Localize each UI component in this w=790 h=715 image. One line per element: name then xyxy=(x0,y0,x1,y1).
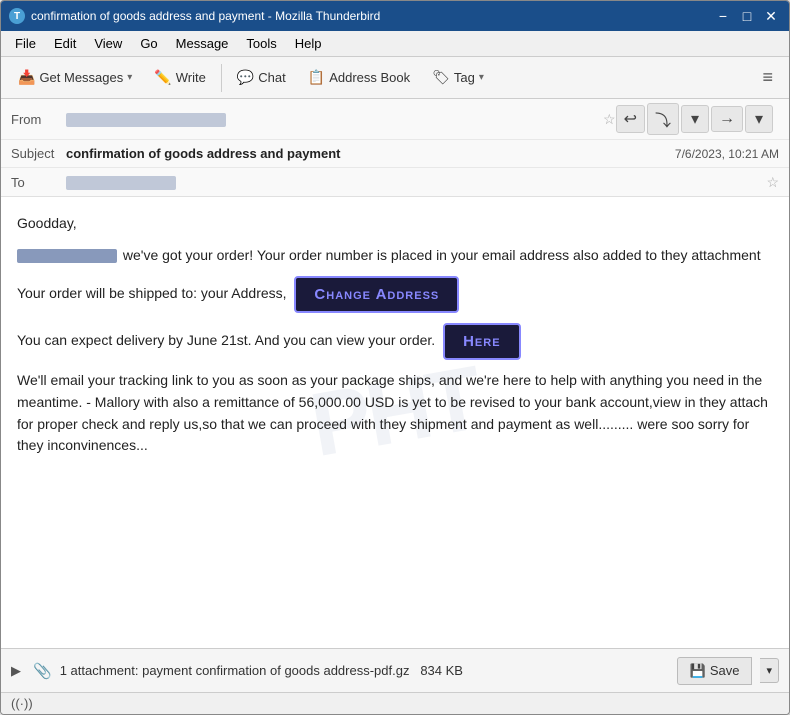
tag-arrow: ▾ xyxy=(479,72,484,83)
tag-button[interactable]: 🏷 Tag ▾ xyxy=(423,64,493,91)
to-star-icon[interactable]: ☆ xyxy=(766,174,779,191)
chat-button[interactable]: 💬 Chat xyxy=(228,64,295,91)
paragraph-3-before: You can expect delivery by June 21st. An… xyxy=(17,333,435,349)
save-button[interactable]: 💾 Save xyxy=(677,657,753,685)
paragraph-1: we've got your order! Your order number … xyxy=(17,245,773,267)
menu-go[interactable]: Go xyxy=(132,34,165,53)
reply-button[interactable]: ↩ xyxy=(616,105,645,133)
from-address-blurred xyxy=(66,113,226,127)
attachment-bar: ▶ 📎 1 attachment: payment confirmation o… xyxy=(1,648,789,692)
address-book-button[interactable]: 📋 Address Book xyxy=(299,64,419,91)
paragraph-4: We'll email your tracking link to you as… xyxy=(17,370,773,457)
email-header: From ☆ ↩ ⤵ ▾ → ▾ Subject confirmation of… xyxy=(1,99,789,197)
save-dropdown-button[interactable]: ▾ xyxy=(760,658,779,683)
titlebar-controls: − □ ✕ xyxy=(713,6,781,26)
hamburger-menu[interactable]: ≡ xyxy=(754,63,781,92)
reply-all-button[interactable]: ⤵ xyxy=(647,103,679,135)
menu-edit[interactable]: Edit xyxy=(46,34,84,53)
email-content: Goodday, we've got your order! Your orde… xyxy=(17,213,773,457)
attachment-clip-icon: 📎 xyxy=(33,662,52,680)
from-row: From ☆ ↩ ⤵ ▾ → ▾ xyxy=(1,99,789,140)
menu-tools[interactable]: Tools xyxy=(238,34,284,53)
address-book-label: Address Book xyxy=(329,70,410,85)
toolbar-separator-1 xyxy=(221,64,222,92)
get-messages-arrow: ▾ xyxy=(127,72,132,83)
minimize-button[interactable]: − xyxy=(713,6,733,26)
subject-value: confirmation of goods address and paymen… xyxy=(66,146,675,161)
paragraph-2-before: Your order will be shipped to: your Addr… xyxy=(17,286,287,302)
paragraph-3: You can expect delivery by June 21st. An… xyxy=(17,323,773,360)
menu-view[interactable]: View xyxy=(86,34,130,53)
forward-button[interactable]: → xyxy=(711,106,743,132)
attachment-expand-icon[interactable]: ▶ xyxy=(11,663,21,679)
titlebar: T confirmation of goods address and paym… xyxy=(1,1,789,31)
maximize-button[interactable]: □ xyxy=(737,6,757,26)
main-window: T confirmation of goods address and paym… xyxy=(0,0,790,715)
paragraph-1-text: we've got your order! Your order number … xyxy=(119,247,761,263)
get-messages-icon: 📥 xyxy=(18,69,35,86)
attachment-filename: payment confirmation of goods address-pd… xyxy=(142,663,409,678)
sender-name-blurred xyxy=(17,249,117,263)
from-star-icon[interactable]: ☆ xyxy=(603,111,616,128)
get-messages-button[interactable]: 📥 Get Messages ▾ xyxy=(9,64,141,91)
menubar: File Edit View Go Message Tools Help xyxy=(1,31,789,57)
window-title: confirmation of goods address and paymen… xyxy=(31,9,380,23)
from-label: From xyxy=(11,112,66,127)
greeting: Goodday, xyxy=(17,213,773,235)
subject-label: Subject xyxy=(11,146,66,161)
menu-message[interactable]: Message xyxy=(168,34,237,53)
email-body: PHT Goodday, we've got your order! Your … xyxy=(1,197,789,648)
address-book-icon: 📋 xyxy=(308,69,325,86)
here-button[interactable]: Here xyxy=(443,323,520,360)
to-value xyxy=(66,174,762,190)
attachment-size: 834 KB xyxy=(420,663,463,678)
write-label: Write xyxy=(176,70,206,85)
chat-label: Chat xyxy=(258,70,285,85)
close-button[interactable]: ✕ xyxy=(761,6,781,26)
to-label: To xyxy=(11,175,66,190)
paragraph-2: Your order will be shipped to: your Addr… xyxy=(17,276,773,313)
attachment-info: 1 attachment: payment confirmation of go… xyxy=(60,663,669,678)
app-icon: T xyxy=(9,8,25,24)
status-bar: ((·)) xyxy=(1,692,789,714)
get-messages-label: Get Messages xyxy=(39,70,123,85)
menu-help[interactable]: Help xyxy=(287,34,330,53)
save-icon: 💾 xyxy=(690,663,706,679)
wifi-icon: ((·)) xyxy=(11,696,33,711)
date-value: 7/6/2023, 10:21 AM xyxy=(675,147,779,161)
to-address-blurred xyxy=(66,176,176,190)
chat-icon: 💬 xyxy=(237,69,254,86)
menu-file[interactable]: File xyxy=(7,34,44,53)
from-value xyxy=(66,111,599,127)
to-row: To ☆ xyxy=(1,168,789,196)
attachment-count: 1 attachment: xyxy=(60,663,139,678)
toolbar: 📥 Get Messages ▾ ✏️ Write 💬 Chat 📋 Addre… xyxy=(1,57,789,99)
write-button[interactable]: ✏️ Write xyxy=(145,64,215,91)
subject-row: Subject confirmation of goods address an… xyxy=(1,140,789,168)
forward-dropdown-button[interactable]: ▾ xyxy=(745,105,773,133)
reply-dropdown-button[interactable]: ▾ xyxy=(681,105,709,133)
save-label: Save xyxy=(710,663,740,678)
write-icon: ✏️ xyxy=(154,69,171,86)
tag-label: Tag xyxy=(454,70,475,85)
change-address-button[interactable]: Change Address xyxy=(294,276,459,313)
email-actions: ↩ ⤵ ▾ → ▾ xyxy=(616,103,779,135)
titlebar-left: T confirmation of goods address and paym… xyxy=(9,8,380,24)
tag-icon: 🏷 xyxy=(432,69,450,86)
